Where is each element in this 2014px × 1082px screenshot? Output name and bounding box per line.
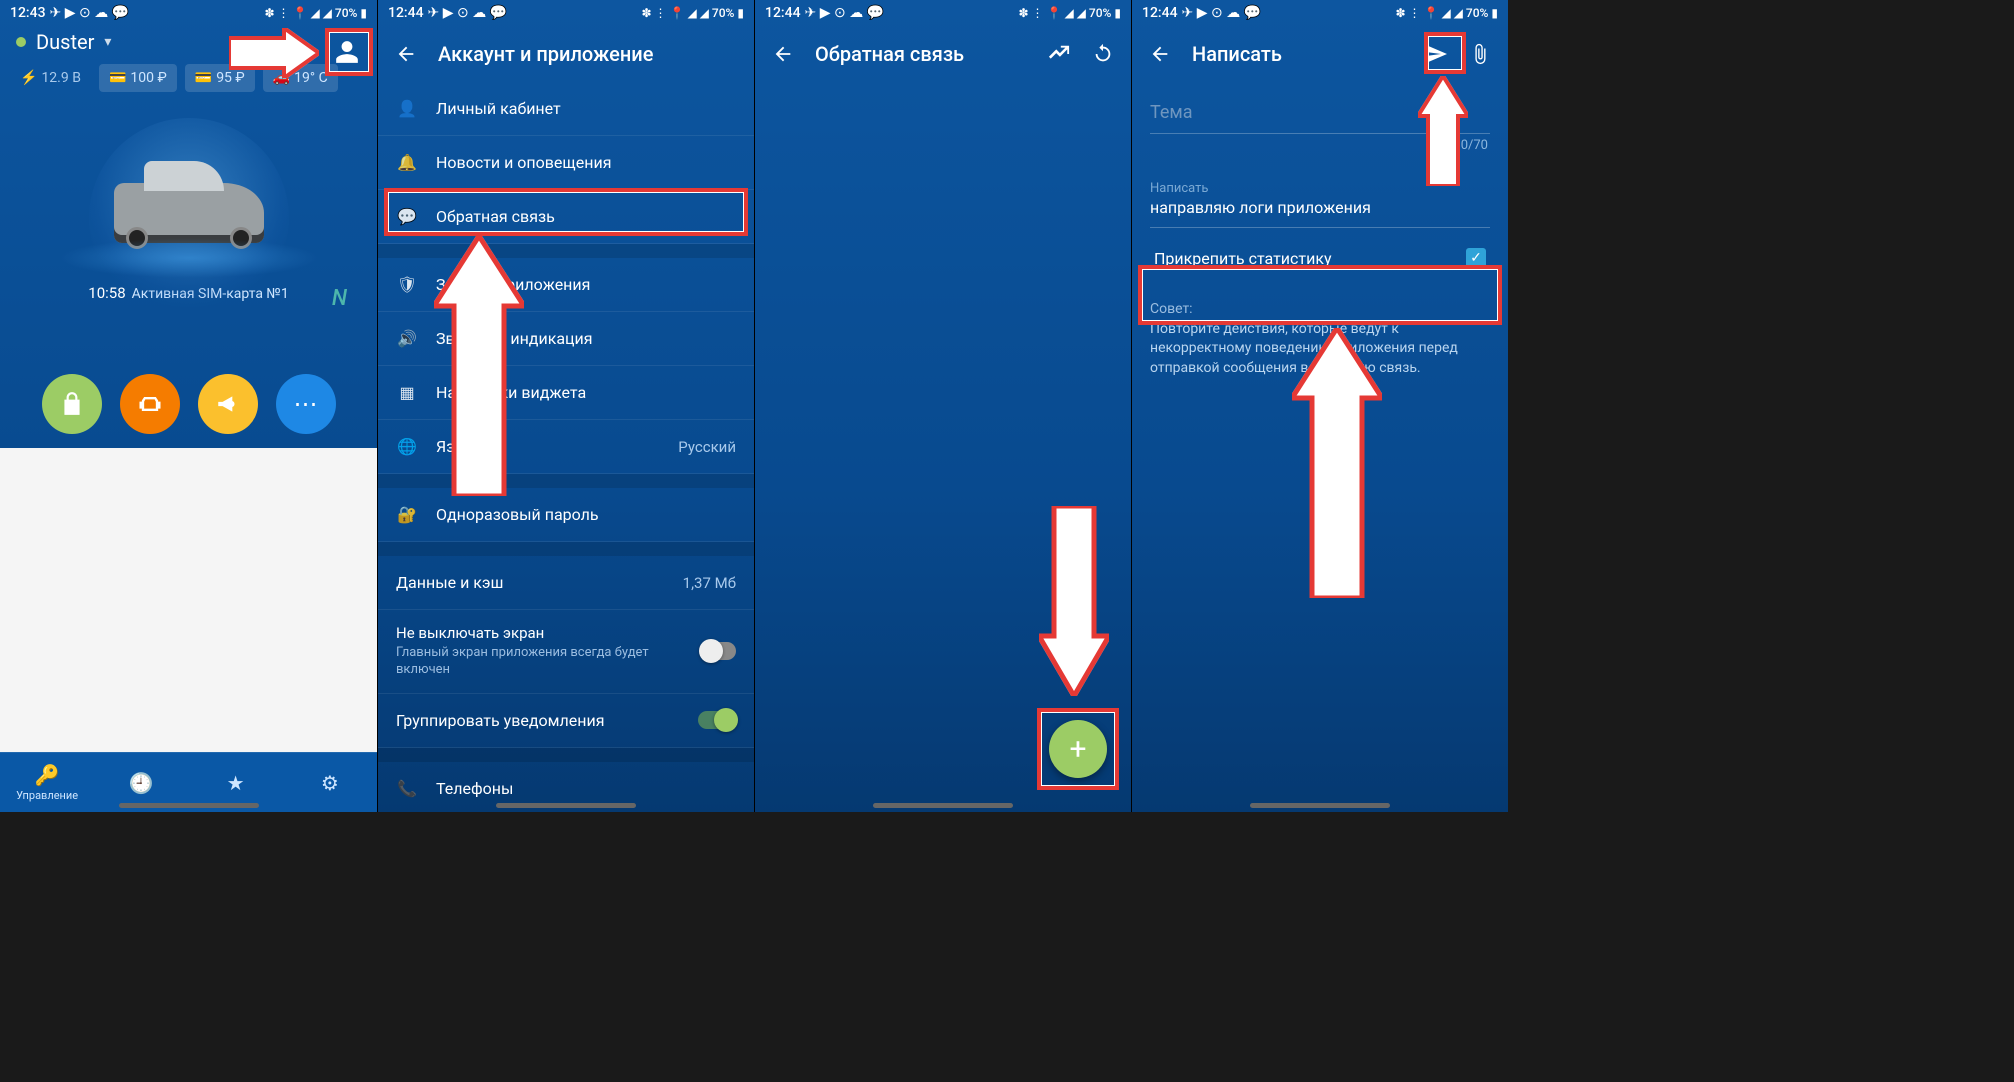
toggle-group-notif[interactable] bbox=[698, 711, 736, 729]
key-lock-icon: 🔐 bbox=[396, 505, 418, 524]
status-clock: 12:44 bbox=[388, 5, 424, 21]
gesture-handle[interactable] bbox=[873, 803, 1013, 808]
nav-control[interactable]: 🔑Управление bbox=[0, 753, 94, 812]
screen-home: 12:43 ✈ ▶ ⊙ ☁ 💬 ✽ ⋮ 📍 ◢ ◢ 70% ▮ Duster ▾… bbox=[0, 0, 377, 812]
car-dome bbox=[59, 118, 319, 278]
empty-list-area bbox=[755, 82, 1131, 812]
status-notif-icons: ✈ ▶ ⊙ ☁ 💬 bbox=[1182, 5, 1262, 21]
lock-button[interactable] bbox=[42, 374, 102, 434]
refresh-icon bbox=[1092, 43, 1114, 65]
gear-indicator: N bbox=[332, 286, 347, 311]
more-button[interactable]: ⋯ bbox=[276, 374, 336, 434]
device-selector[interactable]: Duster ▾ bbox=[0, 26, 377, 58]
paperclip-icon bbox=[1469, 43, 1491, 65]
status-battery: 70% bbox=[1466, 6, 1488, 20]
status-battery: 70% bbox=[335, 6, 357, 20]
horn-button[interactable] bbox=[198, 374, 258, 434]
star-icon: ★ bbox=[227, 771, 245, 795]
page-title: Обратная связь bbox=[815, 42, 1027, 66]
chevron-down-icon: ▾ bbox=[104, 34, 111, 50]
status-notif-icons: ✈ ▶ ⊙ ☁ 💬 bbox=[805, 5, 885, 21]
status-system-icons: ✽ ⋮ 📍 ◢ ◢ bbox=[265, 6, 332, 20]
balance1-pill[interactable]: 💳100 ₽ bbox=[99, 64, 177, 92]
item-news[interactable]: 🔔Новости и оповещения bbox=[378, 136, 754, 190]
status-notif-icons: ✈ ▶ ⊙ ☁ 💬 bbox=[50, 5, 130, 21]
metric-pills: ⚡12.9 B 💳100 ₽ 💳95 ₽ 🚗19° C bbox=[0, 58, 377, 98]
speaker-icon: 🔊 bbox=[396, 329, 418, 348]
highlight-box bbox=[1037, 708, 1119, 790]
bell-icon: 🔔 bbox=[396, 153, 418, 172]
status-bar: 12:44✈ ▶ ⊙ ☁ 💬 ✽ ⋮ 📍 ◢ ◢ 70%▮ bbox=[755, 0, 1131, 26]
arrow-left-icon bbox=[395, 43, 417, 65]
globe-icon: 🌐 bbox=[396, 437, 418, 456]
battery-icon: ▮ bbox=[1114, 6, 1121, 20]
item-profile[interactable]: 👤Личный кабинет bbox=[378, 82, 754, 136]
status-bar: 12:44✈ ▶ ⊙ ☁ 💬 ✽ ⋮ 📍 ◢ ◢ 70%▮ bbox=[378, 0, 754, 26]
arrow-pointer bbox=[1039, 506, 1109, 700]
status-system-icons: ✽ ⋮ 📍 ◢ ◢ bbox=[1019, 6, 1086, 20]
battery-icon: ▮ bbox=[1491, 6, 1498, 20]
section-divider bbox=[378, 748, 754, 762]
status-battery: 70% bbox=[712, 6, 734, 20]
status-clock: 12:44 bbox=[765, 5, 801, 21]
status-system-icons: ✽ ⋮ 📍 ◢ ◢ bbox=[1396, 6, 1463, 20]
item-keep-screen[interactable]: Не выключать экранГлавный экран приложен… bbox=[378, 610, 754, 694]
key-icon: 🔑 bbox=[35, 763, 60, 787]
highlight-box bbox=[325, 28, 373, 76]
arrow-pointer bbox=[229, 28, 319, 82]
highlight-box bbox=[1424, 32, 1466, 74]
body-value: направляю логи приложения bbox=[1150, 198, 1490, 217]
item-group-notif[interactable]: Группировать уведомления bbox=[378, 694, 754, 748]
status-system-icons: ✽ ⋮ 📍 ◢ ◢ bbox=[642, 6, 709, 20]
page-title: Аккаунт и приложение bbox=[438, 42, 742, 66]
highlight-box bbox=[1138, 265, 1502, 325]
status-bar: 12:43 ✈ ▶ ⊙ ☁ 💬 ✽ ⋮ 📍 ◢ ◢ 70% ▮ bbox=[0, 0, 377, 26]
back-button[interactable] bbox=[767, 38, 799, 70]
status-battery: 70% bbox=[1089, 6, 1111, 20]
highlight-box bbox=[384, 188, 748, 236]
shield-icon: 🛡 bbox=[396, 275, 418, 294]
back-button[interactable] bbox=[390, 38, 422, 70]
battery-icon: ▮ bbox=[360, 6, 367, 20]
action-row: ⋯ bbox=[0, 374, 377, 434]
screen-account: 12:44✈ ▶ ⊙ ☁ 💬 ✽ ⋮ 📍 ◢ ◢ 70%▮ Аккаунт и … bbox=[377, 0, 754, 812]
refresh-button[interactable] bbox=[1087, 38, 1119, 70]
app-bar: Обратная связь bbox=[755, 26, 1131, 82]
phone-icon: 📞 bbox=[396, 779, 418, 798]
gesture-handle[interactable] bbox=[496, 803, 636, 808]
gesture-handle[interactable] bbox=[1250, 803, 1390, 808]
battery-icon: ▮ bbox=[737, 6, 744, 20]
status-clock: 12:43 bbox=[10, 5, 46, 21]
app-bar: Аккаунт и приложение bbox=[378, 26, 754, 82]
stats-button[interactable] bbox=[1043, 38, 1075, 70]
status-notif-icons: ✈ ▶ ⊙ ☁ 💬 bbox=[428, 5, 508, 21]
item-cache[interactable]: Данные и кэш1,37 Мб bbox=[378, 556, 754, 610]
person-icon: 👤 bbox=[396, 99, 418, 118]
voltage-pill[interactable]: ⚡12.9 B bbox=[10, 64, 91, 92]
status-clock: 12:44 bbox=[1142, 5, 1178, 21]
gear-icon: ⚙ bbox=[321, 771, 339, 795]
attach-button[interactable] bbox=[1464, 38, 1496, 70]
map-panel[interactable]: Железнодорожная 🔑Управление 🕘 ★ ⚙ bbox=[0, 448, 377, 812]
page-title: Написать bbox=[1192, 42, 1404, 66]
arrow-left-icon bbox=[772, 43, 794, 65]
clock-icon: 🕘 bbox=[129, 771, 154, 795]
back-button[interactable] bbox=[1144, 38, 1176, 70]
device-name: Duster bbox=[36, 30, 94, 54]
arrow-pointer bbox=[1292, 328, 1382, 602]
nav-settings[interactable]: ⚙ bbox=[283, 753, 377, 812]
section-divider bbox=[378, 542, 754, 556]
widget-icon: ▦ bbox=[396, 383, 418, 402]
screen-compose: 12:44✈ ▶ ⊙ ☁ 💬 ✽ ⋮ 📍 ◢ ◢ 70%▮ Написать Т… bbox=[1131, 0, 1508, 812]
toggle-keep-screen[interactable] bbox=[701, 642, 736, 660]
engine-button[interactable] bbox=[120, 374, 180, 434]
arrow-pointer bbox=[434, 236, 524, 500]
arrow-left-icon bbox=[1149, 43, 1171, 65]
status-bar: 12:44✈ ▶ ⊙ ☁ 💬 ✽ ⋮ 📍 ◢ ◢ 70%▮ bbox=[1132, 0, 1508, 26]
trend-icon bbox=[1048, 43, 1070, 65]
gesture-handle[interactable] bbox=[119, 803, 259, 808]
arrow-pointer bbox=[1418, 76, 1468, 190]
screen-feedback-list: 12:44✈ ▶ ⊙ ☁ 💬 ✽ ⋮ 📍 ◢ ◢ 70%▮ Обратная с… bbox=[754, 0, 1131, 812]
online-dot-icon bbox=[16, 37, 26, 47]
